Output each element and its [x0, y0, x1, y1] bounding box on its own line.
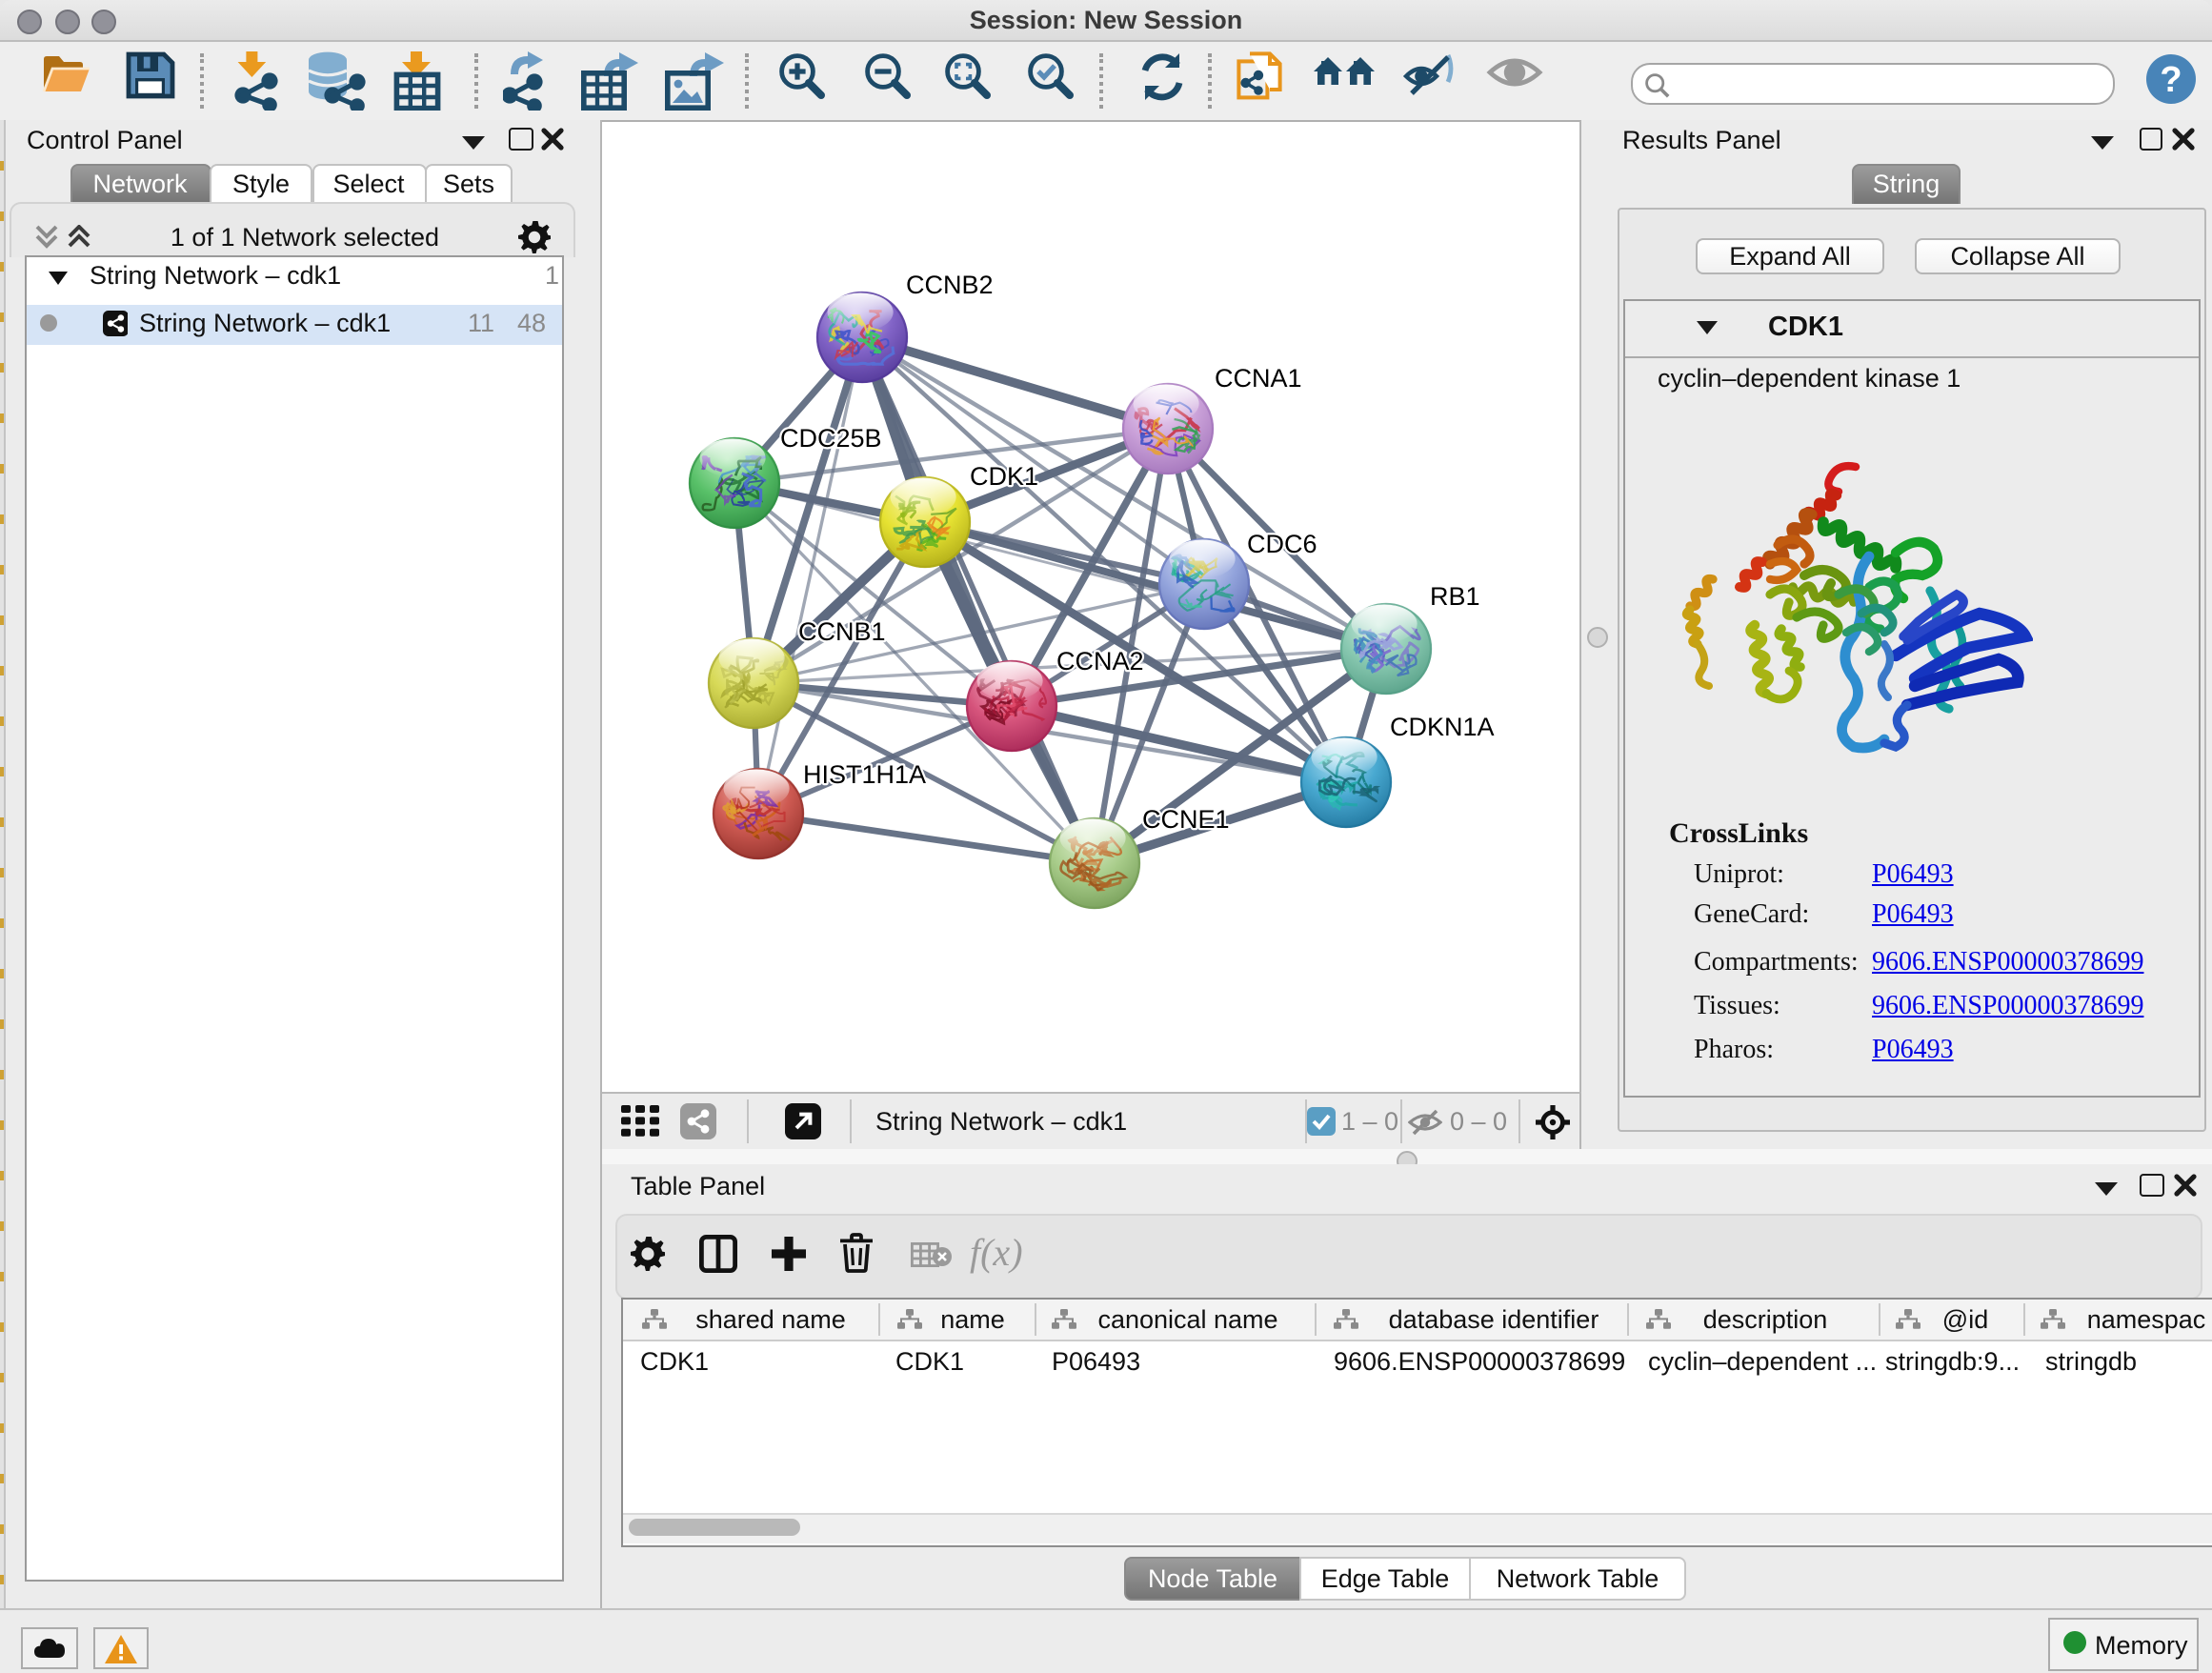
svg-text:CDK1: CDK1 — [970, 462, 1038, 491]
svg-text:CDKN1A: CDKN1A — [1390, 713, 1495, 741]
svg-text:CCNB1: CCNB1 — [798, 617, 886, 646]
svg-text:?: ? — [2160, 60, 2182, 100]
svg-text:CCNB2: CCNB2 — [906, 271, 994, 299]
svg-text:CDC25B: CDC25B — [780, 424, 882, 453]
svg-text:CCNE1: CCNE1 — [1142, 805, 1230, 834]
svg-text:RB1: RB1 — [1430, 582, 1480, 611]
svg-text:HIST1H1A: HIST1H1A — [803, 760, 926, 789]
svg-text:CCNA1: CCNA1 — [1215, 364, 1302, 393]
svg-text:CCNA2: CCNA2 — [1056, 647, 1144, 675]
svg-text:CDC6: CDC6 — [1247, 530, 1317, 558]
